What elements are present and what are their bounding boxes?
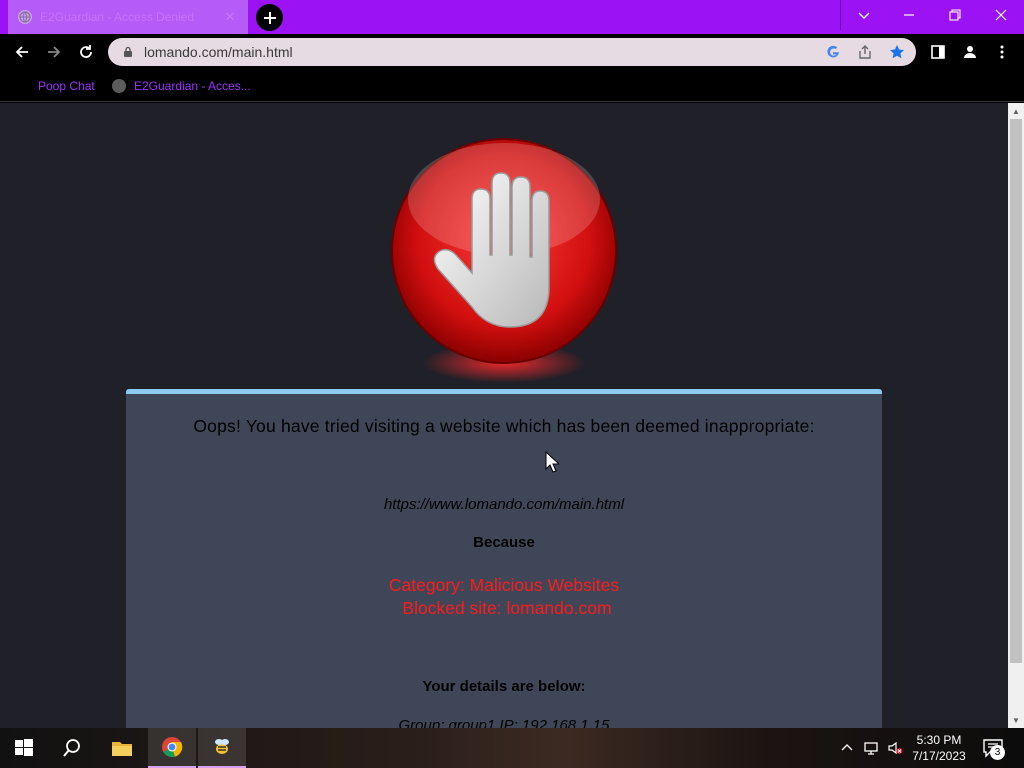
plus-icon <box>263 11 276 24</box>
chevron-up-icon[interactable] <box>838 739 856 757</box>
bookmark-item[interactable]: E2Guardian - Acces... <box>112 77 251 95</box>
because-label: Because <box>473 534 535 551</box>
share-icon[interactable] <box>856 43 874 61</box>
start-button[interactable] <box>0 728 48 768</box>
blocked-site: Blocked site: lomando.com <box>402 598 612 618</box>
restore-icon <box>949 9 961 21</box>
google-lens-icon[interactable] <box>824 43 842 61</box>
back-button[interactable] <box>8 38 36 66</box>
profile-icon[interactable] <box>960 42 980 62</box>
lock-icon <box>124 46 132 57</box>
tab-search-button[interactable] <box>840 0 886 30</box>
title-bar: E2Guardian - Access Denied ✕ <box>0 0 1024 34</box>
url-text[interactable]: lomando.com/main.html <box>144 44 810 60</box>
block-category: Category: Malicious Websites <box>388 575 620 595</box>
minimize-icon <box>904 14 914 16</box>
bookmark-label: E2Guardian - Acces... <box>134 79 251 93</box>
vertical-scrollbar[interactable]: ▲ ▼ <box>1008 103 1024 728</box>
scroll-down-icon[interactable]: ▼ <box>1008 712 1024 728</box>
side-panel-icon[interactable] <box>928 42 948 62</box>
scroll-up-icon[interactable]: ▲ <box>1008 103 1024 119</box>
tab-title: E2Guardian - Access Denied <box>40 10 195 24</box>
bookmark-star-icon[interactable] <box>888 43 906 61</box>
block-message-panel: Oops! You have tried visiting a website … <box>126 389 882 728</box>
browser-toolbar: lomando.com/main.html <box>0 34 1024 70</box>
page-content: Oops! You have tried visiting a website … <box>0 103 1008 728</box>
chevron-down-icon <box>858 12 869 19</box>
arrow-right-icon <box>48 46 61 58</box>
clock-time: 5:30 PM <box>916 733 962 747</box>
close-window-button[interactable] <box>978 0 1024 30</box>
folder-icon <box>112 742 132 756</box>
notification-badge: 3 <box>990 745 1005 760</box>
globe-icon <box>18 10 32 24</box>
bookmark-label: Poop Chat <box>38 79 95 93</box>
menu-kebab-icon[interactable] <box>992 42 1012 62</box>
bookmarks-bar: Poop Chat E2Guardian - Acces... <box>0 70 1024 102</box>
chrome-icon <box>162 737 183 758</box>
mouse-cursor-icon <box>545 451 559 473</box>
chrome-taskbar-button[interactable] <box>148 728 196 768</box>
system-clock[interactable]: 5:30 PM 7/17/2023 <box>902 732 976 764</box>
stop-hand-icon <box>391 138 617 383</box>
reload-icon <box>80 45 92 58</box>
search-icon <box>63 739 80 757</box>
file-explorer-button[interactable] <box>98 728 146 768</box>
search-button[interactable] <box>48 728 96 768</box>
taskbar: 5:30 PM 7/17/2023 3 <box>0 728 1024 768</box>
globe-icon <box>112 79 126 93</box>
clock-date: 7/17/2023 <box>912 749 966 763</box>
network-icon[interactable] <box>862 739 880 757</box>
bee-icon <box>215 739 229 754</box>
forward-button[interactable] <box>40 38 68 66</box>
app-taskbar-button[interactable] <box>198 728 246 768</box>
restore-button[interactable] <box>932 0 978 30</box>
windows-logo-icon <box>15 739 33 756</box>
blocked-url: https://www.lomando.com/main.html <box>383 496 625 513</box>
scrollbar-thumb[interactable] <box>1010 119 1022 663</box>
new-tab-button[interactable] <box>256 4 283 31</box>
details-heading: Your details are below: <box>422 678 586 695</box>
address-bar[interactable]: lomando.com/main.html <box>108 38 916 66</box>
minimize-button[interactable] <box>886 0 932 30</box>
arrow-left-icon <box>15 46 28 58</box>
user-details: Group: group1 IP: 192.168.1.15 <box>398 717 610 728</box>
close-icon <box>995 9 1007 21</box>
tab-close-icon[interactable]: ✕ <box>222 9 238 25</box>
bookmark-item[interactable]: Poop Chat <box>38 77 95 95</box>
browser-tab[interactable]: E2Guardian - Access Denied ✕ <box>8 0 248 34</box>
warning-heading: Oops! You have tried visiting a website … <box>193 416 815 436</box>
reload-button[interactable] <box>72 38 100 66</box>
